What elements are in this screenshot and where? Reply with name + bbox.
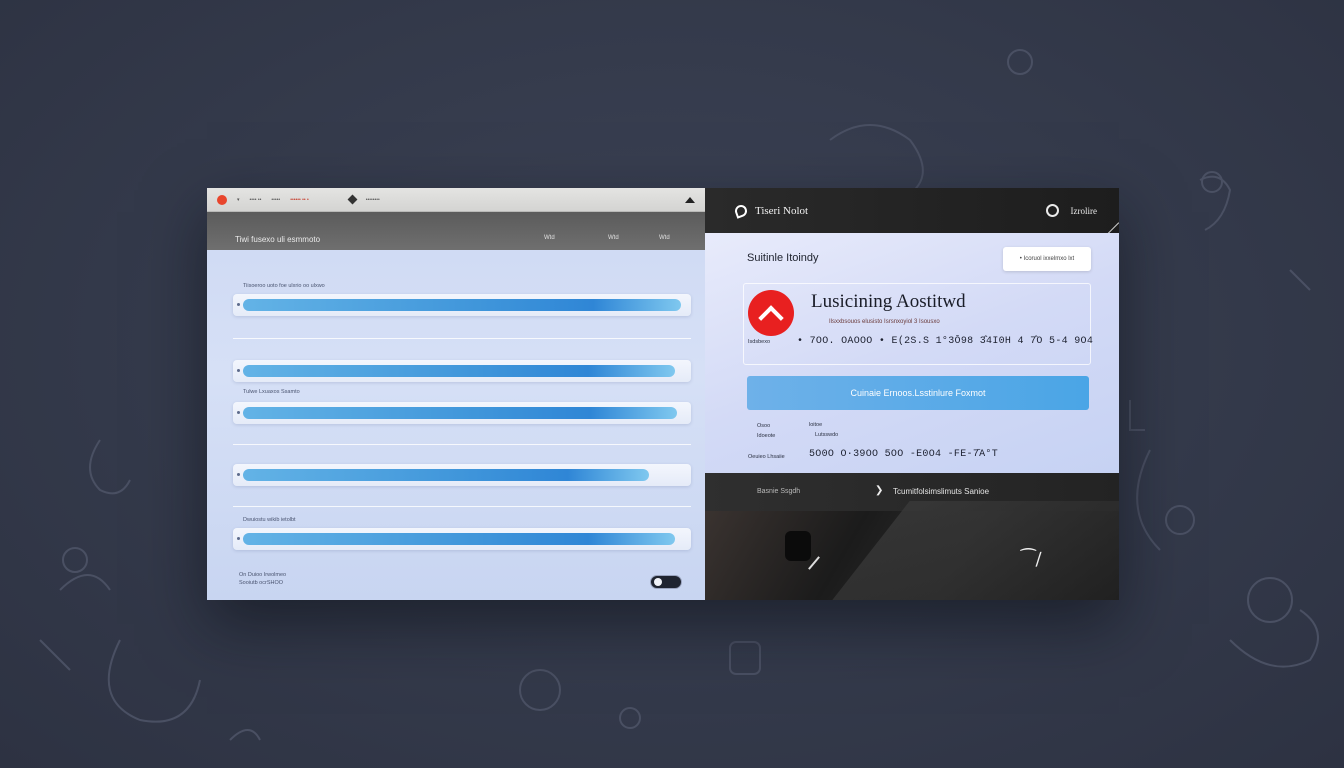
detail-app-title: Tiseri Nolot bbox=[755, 204, 809, 217]
bottom-bar-label: Basnie Ssgdh bbox=[757, 488, 801, 495]
meta-label-e: Oeuieo Lhsaiie bbox=[748, 454, 785, 460]
row-5-progress-bar bbox=[243, 533, 675, 545]
diamond-icon[interactable] bbox=[347, 194, 358, 205]
footer-label-2: Sooiutb ocrSHOO bbox=[239, 580, 284, 586]
account-name: Lusicining Aostitwd bbox=[811, 291, 966, 312]
titlebar-menu-1[interactable]: ▾ bbox=[237, 197, 240, 203]
list-header-title: Tiwi fusexo uli esmmoto bbox=[235, 235, 321, 244]
app-logo-icon[interactable] bbox=[217, 194, 227, 205]
titlebar-menu-4[interactable]: •••••• •• • bbox=[290, 197, 309, 203]
row-bullet-icon bbox=[237, 411, 240, 414]
column-header-2[interactable]: Wtd bbox=[608, 235, 619, 241]
row-3-label: Tulwe Lxuaxos Ssamto bbox=[243, 389, 300, 395]
profile-circle-icon[interactable] bbox=[1045, 204, 1059, 217]
bottom-bar-link[interactable]: Tcumitfolsimslimuts Sanioe bbox=[893, 487, 989, 496]
row-1-label: Tiisoeroo uoto foe ulxrio oo ulxwo bbox=[243, 283, 325, 289]
list-row-5[interactable] bbox=[233, 528, 691, 550]
value-1-label: Isdsbexo bbox=[748, 339, 771, 345]
row-bullet-icon bbox=[237, 369, 240, 372]
column-header-1[interactable]: Wtd bbox=[544, 235, 555, 241]
signature-icon: ⁀∕ bbox=[1021, 549, 1042, 570]
brand-mark-icon bbox=[748, 290, 794, 336]
row-bullet-icon bbox=[237, 473, 240, 476]
row-3-progress-bar bbox=[243, 407, 677, 419]
primary-action-button[interactable]: Cuinaie Ernoos.Lsstinlure Foxmot bbox=[747, 376, 1089, 410]
row-6-label: Dwuiostu wikib ietolbt bbox=[243, 517, 296, 523]
topbar-action-link[interactable]: Izrolire bbox=[1071, 206, 1097, 216]
divider bbox=[233, 506, 691, 507]
row-4-progress-bar bbox=[243, 469, 649, 481]
toggle-switch[interactable] bbox=[650, 575, 682, 589]
account-subtitle: Ilsxxbsouos elusisto Isrsnxoyiol 3 Isous… bbox=[829, 319, 940, 325]
list-header: Tiwi fusexo uli esmmoto Wtd Wtd Wtd bbox=[207, 212, 705, 250]
row-bullet-icon bbox=[237, 537, 240, 540]
divider bbox=[233, 444, 691, 445]
divider bbox=[233, 338, 691, 339]
row-bullet-icon bbox=[237, 303, 240, 306]
list-row-2[interactable] bbox=[233, 360, 691, 382]
list-row-4[interactable] bbox=[233, 464, 691, 486]
toggle-knob bbox=[654, 578, 662, 586]
value-2: 5O0O O·39OO 5OO -E0O4 -FE-7̄A°T bbox=[809, 449, 999, 460]
detail-topbar: Tiseri Nolot Izrolire bbox=[705, 188, 1119, 236]
card-heading: Suitinle Itoindy bbox=[747, 252, 819, 264]
meta-label-c: Idoeote bbox=[757, 433, 776, 439]
footer-label-1: On Duioo Irwolmeo bbox=[239, 572, 287, 578]
list-row-3[interactable] bbox=[233, 402, 691, 424]
collapse-up-icon[interactable] bbox=[685, 196, 695, 203]
detail-panel: Tiseri Nolot Izrolire Suitinle Itoindy •… bbox=[705, 188, 1119, 600]
app-window: ▾ •••• •• ••••• •••••• •• • •••••••• Tiw… bbox=[207, 188, 1119, 600]
photo-shard bbox=[800, 501, 1119, 600]
background-photo: ⁀∕ bbox=[705, 501, 1119, 600]
titlebar-menu-5[interactable]: •••••••• bbox=[366, 197, 380, 203]
row-2-progress-bar bbox=[243, 365, 675, 377]
titlebar-menu-2[interactable]: •••• •• bbox=[250, 197, 262, 203]
column-header-3[interactable]: Wtd bbox=[659, 235, 670, 241]
chevron-right-icon[interactable]: ❯ bbox=[875, 485, 883, 496]
meta-label-a: Osoo bbox=[757, 423, 771, 429]
brand-logo-icon bbox=[733, 202, 749, 219]
row-1-progress-bar bbox=[243, 299, 681, 311]
detail-card: Suitinle Itoindy • Icoruol ixxelmxo lxt … bbox=[705, 233, 1119, 473]
card-dropdown-button[interactable]: • Icoruol ixxelmxo lxt bbox=[1003, 247, 1091, 271]
value-1: • 7OO. OAOOO • E(2S.S 1°3Ō98 3̂4I0H 4 7̂… bbox=[797, 336, 1094, 347]
meta-label-d: Lutsswdo bbox=[815, 432, 839, 438]
list-row-1[interactable] bbox=[233, 294, 691, 316]
meta-label-b: loitoe bbox=[809, 422, 823, 428]
titlebar-menu-3[interactable]: ••••• bbox=[271, 197, 280, 203]
photo-object bbox=[785, 531, 811, 561]
left-titlebar: ▾ •••• •• ••••• •••••• •• • •••••••• bbox=[207, 188, 705, 212]
list-panel: ▾ •••• •• ••••• •••••• •• • •••••••• Tiw… bbox=[207, 188, 705, 600]
